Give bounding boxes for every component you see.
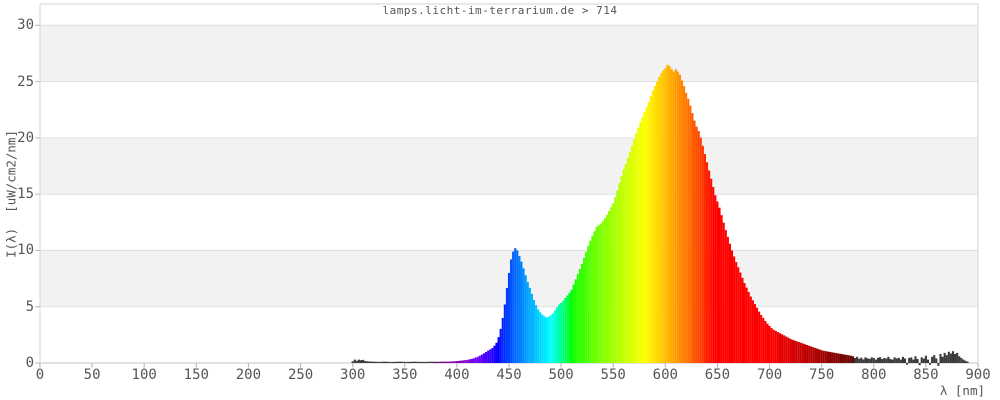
x-tick-label: 800 (861, 367, 886, 383)
spectrum-bars (352, 65, 969, 366)
y-tick-label: 20 (0, 130, 34, 146)
y-tick-label: 15 (0, 186, 34, 202)
x-tick-label: 700 (757, 367, 782, 383)
y-tick-label: 25 (0, 74, 34, 90)
y-tick-label: 10 (0, 242, 34, 258)
y-tick-label: 30 (0, 17, 34, 33)
x-tick-label: 250 (288, 367, 313, 383)
x-tick-label: 450 (496, 367, 521, 383)
x-tick-label: 0 (36, 367, 44, 383)
x-tick-label: 500 (548, 367, 573, 383)
y-tick-label: 5 (0, 299, 34, 315)
x-tick-label: 850 (913, 367, 938, 383)
x-tick-label: 650 (705, 367, 730, 383)
x-tick-label: 600 (653, 367, 678, 383)
x-tick-label: 50 (84, 367, 101, 383)
x-tick-label: 350 (392, 367, 417, 383)
x-tick-label: 400 (444, 367, 469, 383)
x-tick-label: 150 (184, 367, 209, 383)
x-tick-label: 300 (340, 367, 365, 383)
spectrum-chart: lamps.licht-im-terrarium.de > 714 I(λ) [… (0, 0, 1000, 400)
x-axis-label: λ [nm] (845, 383, 985, 398)
spectrum-plot (0, 0, 1000, 400)
x-tick-label: 750 (809, 367, 834, 383)
x-tick-label: 900 (965, 367, 990, 383)
x-tick-label: 100 (132, 367, 157, 383)
x-tick-label: 200 (236, 367, 261, 383)
chart-title: lamps.licht-im-terrarium.de > 714 (0, 4, 1000, 17)
x-tick-label: 550 (601, 367, 626, 383)
y-tick-label: 0 (0, 355, 34, 371)
